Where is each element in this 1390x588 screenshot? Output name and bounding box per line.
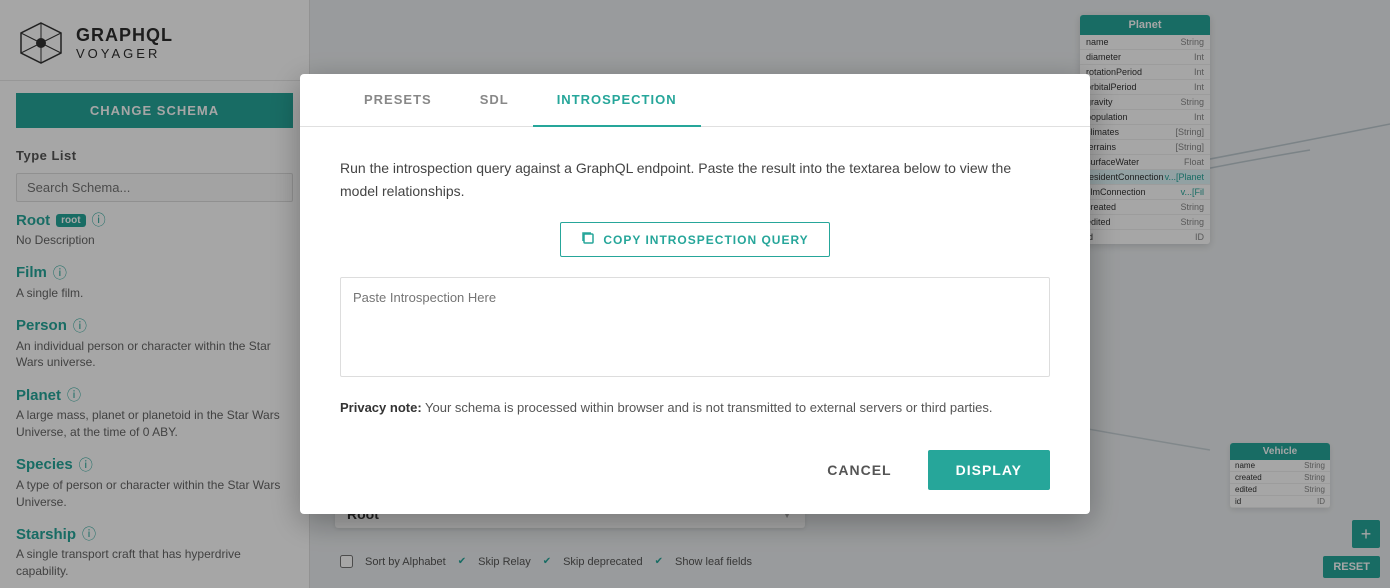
modal-overlay: PRESETS SDL INTROSPECTION Run the intros… (0, 0, 1390, 588)
modal-body: Run the introspection query against a Gr… (300, 127, 1090, 513)
modal-footer: CANCEL DISPLAY (340, 442, 1050, 490)
copy-introspection-button[interactable]: COPY INTROSPECTION QUERY (560, 222, 829, 257)
modal-description: Run the introspection query against a Gr… (340, 157, 1050, 202)
tab-sdl[interactable]: SDL (456, 74, 533, 127)
privacy-note: Privacy note: Your schema is processed w… (340, 398, 1050, 418)
privacy-note-text: Your schema is processed within browser … (425, 400, 992, 415)
modal-tabs: PRESETS SDL INTROSPECTION (300, 74, 1090, 127)
copy-icon (581, 231, 595, 248)
tab-presets[interactable]: PRESETS (340, 74, 456, 127)
schema-modal: PRESETS SDL INTROSPECTION Run the intros… (300, 74, 1090, 513)
introspection-textarea[interactable] (340, 277, 1050, 377)
copy-btn-container: COPY INTROSPECTION QUERY (340, 222, 1050, 277)
display-button[interactable]: DISPLAY (928, 450, 1050, 490)
tab-introspection[interactable]: INTROSPECTION (533, 74, 701, 127)
cancel-button[interactable]: CANCEL (803, 450, 915, 490)
privacy-note-bold: Privacy note: (340, 400, 422, 415)
